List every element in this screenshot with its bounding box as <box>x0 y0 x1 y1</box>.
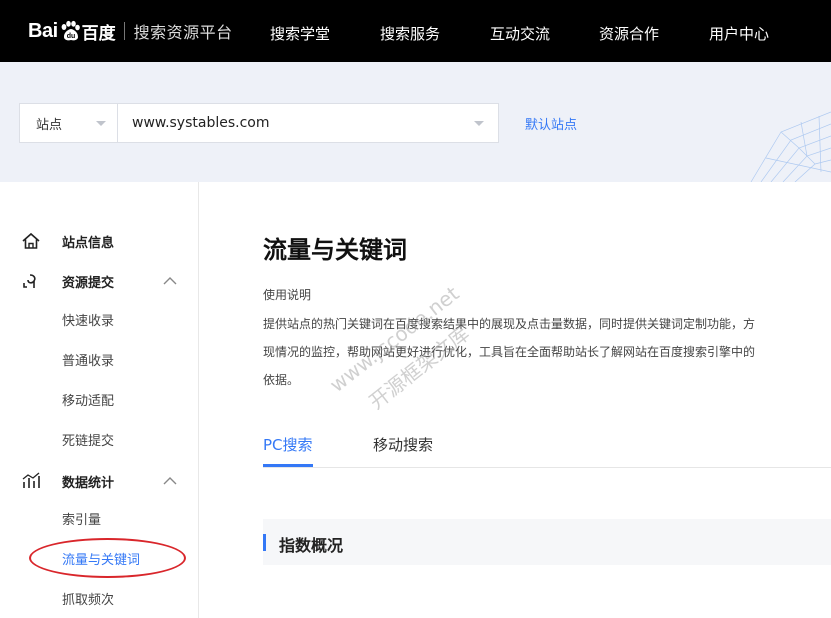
chevron-down-icon <box>474 121 484 126</box>
sidebar-item-normal-index[interactable]: 普通收录 <box>0 344 199 374</box>
svg-text:du: du <box>66 33 75 40</box>
tool-description: 提供站点的热门关键词在百度搜索结果中的展现及点击量数据，同时提供关键词定制功能，… <box>263 310 831 394</box>
home-icon <box>22 232 40 249</box>
sidebar-item-index-volume[interactable]: 索引量 <box>0 503 199 533</box>
chevron-down-icon <box>96 121 106 126</box>
site-type-select[interactable]: 站点 <box>19 103 118 143</box>
description-line: 依据。 <box>263 373 300 387</box>
sidebar-item-crawl-frequency[interactable]: 抓取频次 <box>0 583 199 613</box>
nav-search-services[interactable]: 搜索服务 <box>380 23 440 44</box>
active-tab-indicator <box>263 464 313 467</box>
description-line: 现情况的监控，帮助网站更好进行优化，工具旨在全面帮助站长了解网站在百度搜索引擎中… <box>263 345 756 359</box>
sidebar-item-label: 普通收录 <box>62 353 115 369</box>
nav-user-center[interactable]: 用户中心 <box>709 23 769 44</box>
page-title: 流量与关键词 <box>263 236 407 264</box>
sidebar-item-fast-index[interactable]: 快速收录 <box>0 304 199 334</box>
resource-submit-icon <box>23 274 36 288</box>
sidebar-group-label: 数据统计 <box>62 475 115 491</box>
sidebar-item-label: 站点信息 <box>62 235 115 251</box>
nav-resource-cooperation[interactable]: 资源合作 <box>599 23 659 44</box>
tab-pc-search[interactable]: PC搜索 <box>263 434 313 455</box>
sidebar-item-label: 抓取频次 <box>62 592 115 608</box>
chevron-up-icon[interactable] <box>163 476 177 486</box>
sidebar-item-label: 索引量 <box>62 512 102 528</box>
section-accent-bar <box>263 534 266 551</box>
default-site-link[interactable]: 默认站点 <box>525 114 577 133</box>
site-selector-bar: 站点 www.systables.com 默认站点 <box>0 62 831 182</box>
baidu-logo[interactable]: Bai du 百度 搜索资源平台 <box>28 14 233 48</box>
sidebar-item-label: 快速收录 <box>62 313 115 329</box>
site-url-value: www.systables.com <box>132 115 270 131</box>
top-navbar: Bai du 百度 搜索资源平台 搜索学堂 搜索服务 互动交流 资源合作 用户中… <box>0 0 831 62</box>
stats-chart-icon <box>22 472 40 488</box>
sidebar-item-site-info[interactable]: 站点信息 <box>0 226 199 256</box>
site-type-label: 站点 <box>36 117 63 133</box>
sidebar-item-mobile-adapt[interactable]: 移动适配 <box>0 384 199 414</box>
tab-mobile-search[interactable]: 移动搜索 <box>373 434 433 455</box>
usage-instructions-label: 使用说明 <box>263 288 312 302</box>
nav-search-academy[interactable]: 搜索学堂 <box>270 23 330 44</box>
logo-bai-text: Bai <box>28 19 58 42</box>
sidebar-group-label: 资源提交 <box>62 275 115 291</box>
sidebar-item-label: 移动适配 <box>62 393 115 409</box>
sidebar: 站点信息 资源提交 快速收录 普通收录 移动适配 死链提交 数据统计 索引量 流… <box>0 182 199 618</box>
red-annotation-circle <box>29 538 186 578</box>
chevron-up-icon[interactable] <box>163 276 177 286</box>
sidebar-item-dead-link[interactable]: 死链提交 <box>0 424 199 454</box>
sidebar-group-resource-submit[interactable]: 资源提交 <box>0 266 199 296</box>
sidebar-item-label: 死链提交 <box>62 433 115 449</box>
baidu-paw-icon: du <box>61 20 80 41</box>
sidebar-group-data-stats[interactable]: 数据统计 <box>0 466 199 496</box>
main-content: 流量与关键词 使用说明 提供站点的热门关键词在百度搜索结果中的展现及点击量数据，… <box>200 182 831 618</box>
section-title: 指数概况 <box>279 536 344 555</box>
logo-du-text: 百度 <box>81 23 116 44</box>
nav-community[interactable]: 互动交流 <box>490 23 550 44</box>
description-line: 提供站点的热门关键词在百度搜索结果中的展现及点击量数据，同时提供关键词定制功能，… <box>263 317 756 331</box>
platform-name: 搜索资源平台 <box>133 23 233 42</box>
search-type-tabs: PC搜索 移动搜索 <box>263 430 831 468</box>
site-url-select[interactable]: www.systables.com <box>117 103 499 143</box>
decorative-mesh-graphic <box>750 111 831 182</box>
index-overview-section: 指数概况 <box>263 519 831 565</box>
logo-divider <box>123 22 125 40</box>
